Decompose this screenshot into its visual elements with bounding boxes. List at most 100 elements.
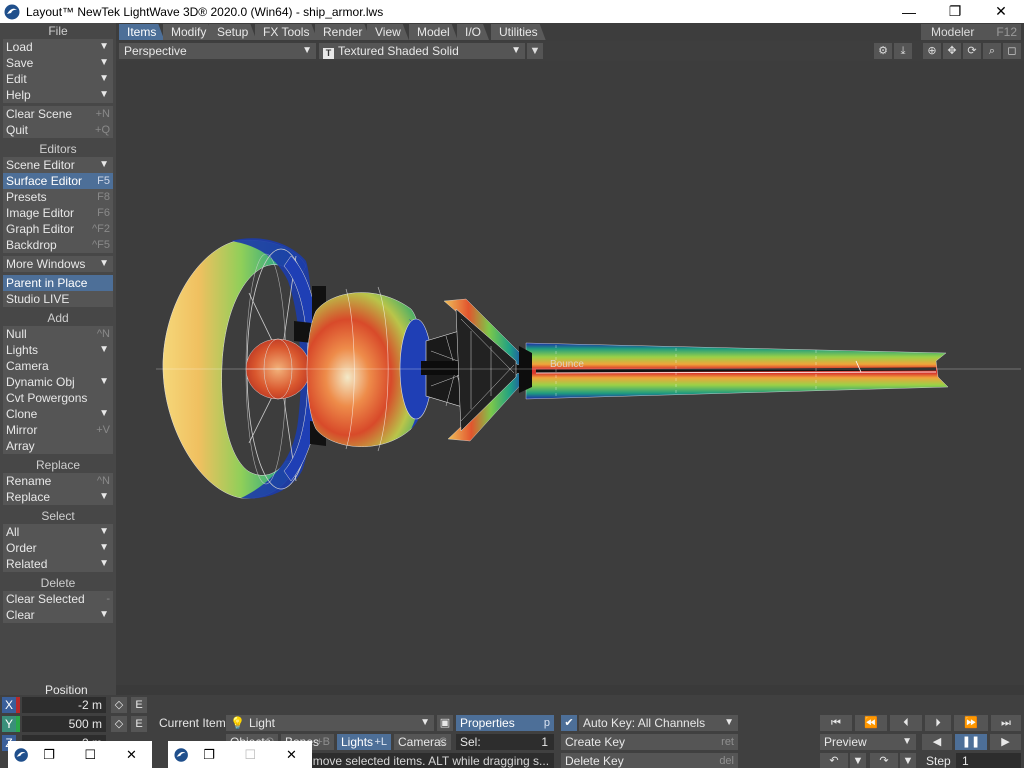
go-to-start-icon[interactable]: ⏮: [820, 715, 852, 731]
pause-icon[interactable]: ❚❚: [955, 734, 987, 750]
chevron-down-icon: ▼: [511, 45, 521, 56]
help-button[interactable]: Help ▼: [3, 87, 113, 103]
replace-button[interactable]: Replace ▼: [3, 489, 113, 505]
restore-icon[interactable]: ❐: [28, 747, 69, 763]
y-envelope-button[interactable]: E: [131, 716, 147, 732]
surface-editor-button[interactable]: Surface Editor F5: [3, 173, 113, 189]
select-related-button[interactable]: Related ▼: [3, 556, 113, 572]
maximize-icon[interactable]: ☐: [70, 747, 111, 763]
view-mode-dropdown[interactable]: Perspective ▼: [119, 43, 316, 59]
rename-button[interactable]: Rename ^N: [3, 473, 113, 489]
maximize-viewport-icon[interactable]: ◻: [1003, 43, 1021, 59]
undo-z-icon[interactable]: ↶: [820, 753, 848, 768]
lightwave-logo-icon: [14, 747, 28, 762]
clear-button[interactable]: Clear ▼: [3, 607, 113, 623]
delete-section-title: Delete: [40, 576, 76, 590]
chevron-down-icon[interactable]: ▼: [850, 753, 866, 768]
play-icon[interactable]: ▶: [990, 734, 1021, 750]
zoom-view-icon[interactable]: ⌕: [983, 43, 1001, 59]
previous-key-icon[interactable]: ⏪: [855, 715, 887, 731]
add-camera-button[interactable]: Camera: [3, 358, 113, 374]
minimized-window-2[interactable]: ❐ ☐ ✕: [168, 741, 312, 768]
maximize-icon[interactable]: ☐: [230, 747, 271, 763]
clone-button[interactable]: Clone ▼: [3, 406, 113, 422]
chevron-down-icon: ▼: [99, 41, 109, 52]
properties-button[interactable]: Properties p: [456, 715, 554, 731]
cvt-powergons-button[interactable]: Cvt Powergons: [3, 390, 113, 406]
restore-icon[interactable]: ❐: [188, 747, 229, 763]
clear-scene-button[interactable]: Clear Scene +N: [3, 106, 113, 122]
tab-view[interactable]: View: [367, 24, 409, 40]
y-link-icon[interactable]: ◇: [111, 716, 127, 732]
next-key-icon[interactable]: ⏩: [954, 715, 988, 731]
close-button[interactable]: ✕: [978, 0, 1024, 23]
graph-editor-button[interactable]: Graph Editor ^F2: [3, 221, 113, 237]
play-reverse-icon[interactable]: ◀: [922, 734, 952, 750]
close-icon[interactable]: ✕: [271, 747, 312, 763]
preview-dropdown[interactable]: Preview ▼: [820, 734, 916, 750]
viewport-options-chevron-icon[interactable]: ▼: [527, 43, 543, 59]
go-to-end-icon[interactable]: ⏭: [991, 715, 1021, 731]
current-item-dropdown[interactable]: 💡 Light ▼: [226, 715, 434, 731]
more-windows-button[interactable]: More Windows ▼: [3, 256, 113, 272]
tab-render[interactable]: Render: [315, 24, 370, 40]
window-title: Layout™ NewTek LightWave 3D® 2020.0 (Win…: [26, 4, 384, 19]
load-button[interactable]: Load ▼: [3, 39, 113, 55]
select-all-button[interactable]: All ▼: [3, 524, 113, 540]
image-editor-button[interactable]: Image Editor F6: [3, 205, 113, 221]
studio-live-button[interactable]: Studio LIVE: [3, 291, 113, 307]
tab-fx-tools[interactable]: FX Tools: [255, 24, 317, 40]
x-envelope-button[interactable]: E: [131, 697, 147, 713]
chevron-down-icon[interactable]: ▼: [900, 753, 916, 768]
next-frame-icon[interactable]: ⏵: [925, 715, 951, 731]
edit-button[interactable]: Edit ▼: [3, 71, 113, 87]
redo-z-icon[interactable]: ↷: [870, 753, 898, 768]
clear-selected-button[interactable]: Clear Selected -: [3, 591, 113, 607]
dynamic-obj-button[interactable]: Dynamic Obj ▼: [3, 374, 113, 390]
backdrop-button[interactable]: Backdrop ^F5: [3, 237, 113, 253]
previous-frame-icon[interactable]: ⏴: [890, 715, 922, 731]
modeler-button[interactable]: Modeler F12: [921, 24, 1021, 40]
tab-items[interactable]: Items: [119, 24, 164, 40]
minimize-button[interactable]: —: [886, 0, 932, 23]
y-axis-color: [16, 716, 20, 732]
quit-button[interactable]: Quit +Q: [3, 122, 113, 138]
presets-button[interactable]: Presets F8: [3, 189, 113, 205]
array-button[interactable]: Array: [3, 438, 113, 454]
create-key-button[interactable]: Create Key ret: [561, 734, 738, 750]
x-position-field[interactable]: -2 m: [22, 697, 106, 713]
tab-utilities[interactable]: Utilities: [491, 24, 546, 40]
step-field[interactable]: 1: [956, 753, 1021, 768]
close-icon[interactable]: ✕: [111, 747, 152, 763]
select-order-button[interactable]: Order ▼: [3, 540, 113, 556]
center-view-icon[interactable]: ⊕: [923, 43, 941, 59]
gear-icon[interactable]: ⚙: [874, 43, 892, 59]
bounce-label: Bounce: [550, 359, 584, 370]
tab-setup[interactable]: Setup: [209, 24, 256, 40]
add-lights-button[interactable]: Lights ▼: [3, 342, 113, 358]
auto-key-checkbox[interactable]: ✔: [561, 715, 577, 731]
chevron-down-icon: ▼: [902, 736, 912, 747]
minimized-window-1[interactable]: ❐ ☐ ✕: [8, 741, 152, 768]
scene-editor-button[interactable]: Scene Editor ▼: [3, 157, 113, 173]
lights-button[interactable]: Lights +L: [337, 734, 391, 750]
tab-model[interactable]: Model: [409, 24, 458, 40]
move-view-icon[interactable]: ✥: [943, 43, 961, 59]
3d-viewport[interactable]: Bounce: [116, 61, 1024, 685]
tab-modify[interactable]: Modify: [163, 24, 214, 40]
mirror-button[interactable]: Mirror +V: [3, 422, 113, 438]
add-null-button[interactable]: Null ^N: [3, 326, 113, 342]
delete-key-button[interactable]: Delete Key del: [561, 753, 738, 768]
download-icon[interactable]: ⤓: [894, 43, 912, 59]
save-button[interactable]: Save ▼: [3, 55, 113, 71]
parent-in-place-toggle[interactable]: Parent in Place: [3, 275, 113, 291]
tab-io[interactable]: I/O: [457, 24, 489, 40]
item-picker-icon[interactable]: ▣: [437, 715, 453, 731]
x-link-icon[interactable]: ◇: [111, 697, 127, 713]
auto-key-dropdown[interactable]: Auto Key: All Channels ▼: [579, 715, 738, 731]
cameras-button[interactable]: Cameras C: [394, 734, 451, 750]
y-position-field[interactable]: 500 m: [22, 716, 106, 732]
rotate-view-icon[interactable]: ⟳: [963, 43, 981, 59]
render-mode-dropdown[interactable]: T Textured Shaded Solid ▼: [319, 43, 525, 59]
restore-button[interactable]: ❐: [932, 0, 978, 23]
